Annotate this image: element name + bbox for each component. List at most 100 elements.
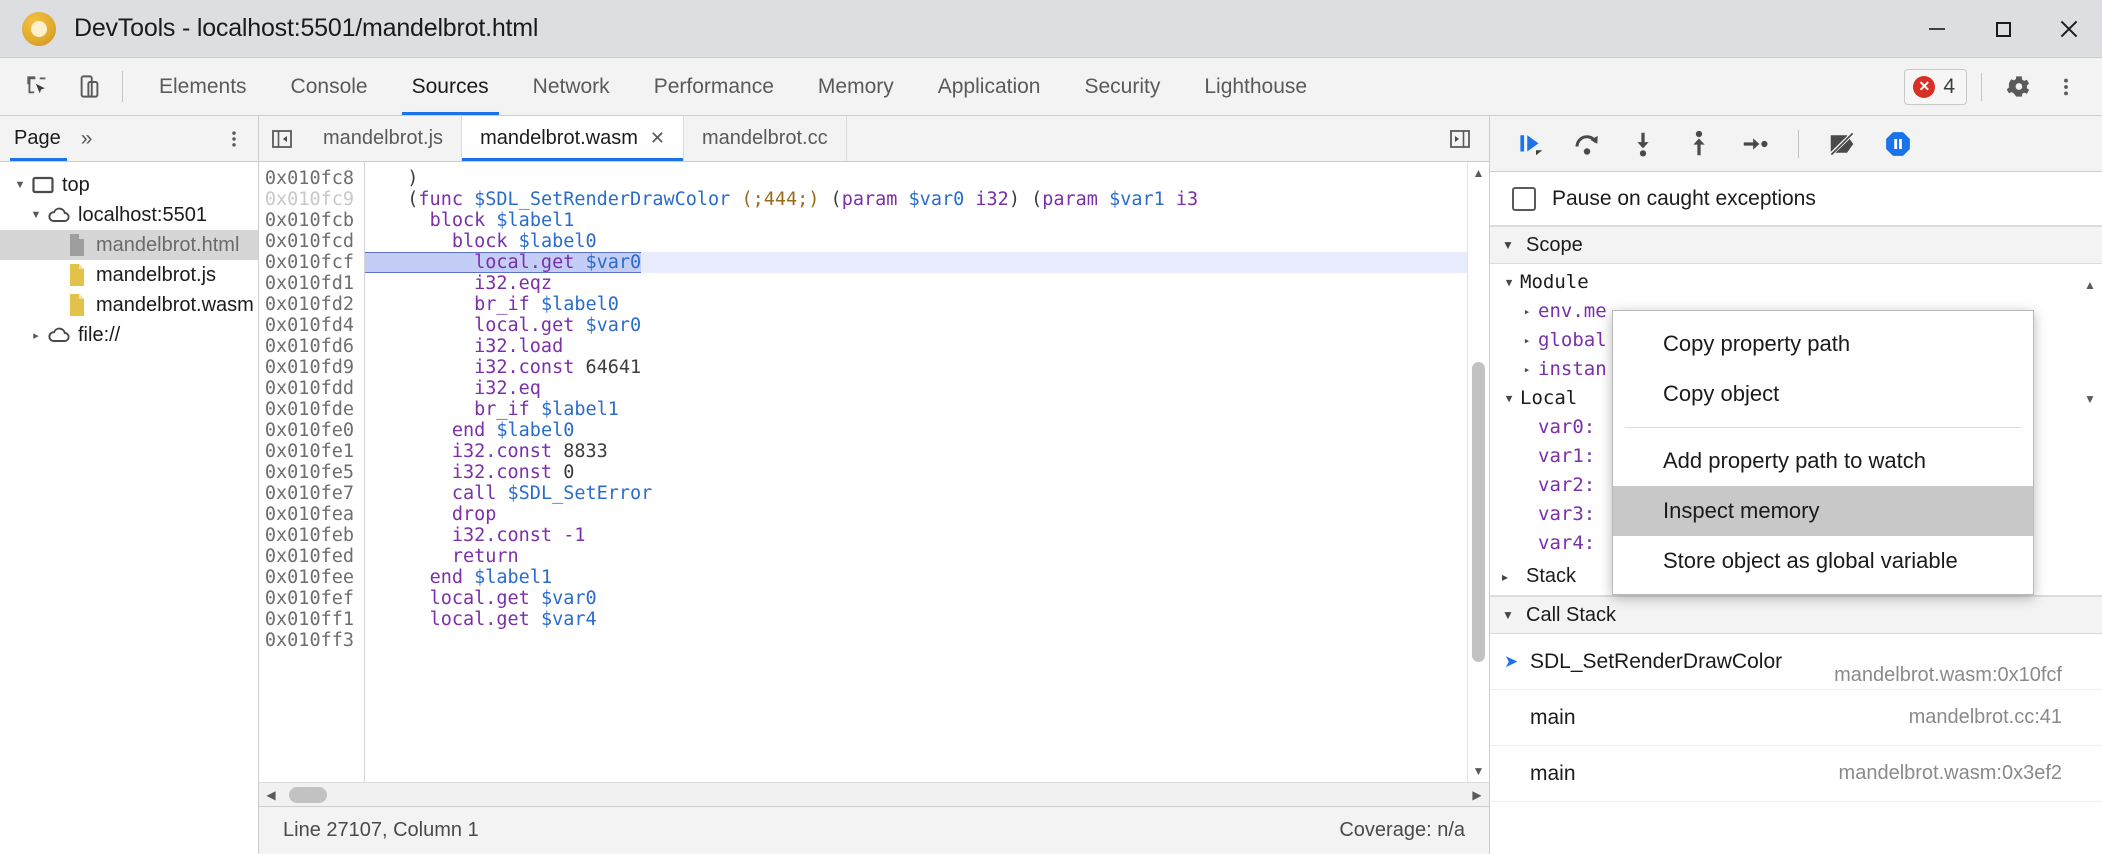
collapse-arrow-icon[interactable]: ▸ (26, 329, 46, 342)
gutter-address[interactable]: 0x010fd9 (259, 357, 364, 378)
tree-item-localhost[interactable]: ▼ localhost:5501 (0, 200, 258, 230)
code-line[interactable]: end $label1 (365, 567, 1489, 588)
scrollbar-thumb[interactable] (1472, 362, 1485, 662)
tab-elements[interactable]: Elements (137, 58, 269, 115)
scrollbar-thumb[interactable] (289, 787, 327, 803)
tab-sources[interactable]: Sources (390, 58, 511, 115)
code-line[interactable]: i32.load (365, 336, 1489, 357)
editor-tab-mandelbrot-js[interactable]: mandelbrot.js (305, 116, 462, 161)
expand-arrow-icon[interactable]: ▼ (1498, 384, 1520, 413)
resume-icon[interactable] (1508, 121, 1554, 167)
code-line[interactable]: block $label1 (365, 210, 1489, 231)
tab-lighthouse[interactable]: Lighthouse (1182, 58, 1329, 115)
gutter-address[interactable]: 0x010fde (259, 399, 364, 420)
code-line[interactable]: local.get $var0 (365, 588, 1489, 609)
code-line[interactable]: i32.const 0 (365, 462, 1489, 483)
editor-vertical-scrollbar[interactable]: ▲ ▼ (1467, 162, 1489, 782)
step-icon[interactable] (1732, 121, 1778, 167)
editor-tab-mandelbrot-wasm[interactable]: mandelbrot.wasm ✕ (462, 116, 684, 161)
inspect-element-icon[interactable] (16, 66, 58, 108)
gutter-address[interactable]: 0x010fe0 (259, 420, 364, 441)
close-button[interactable] (2036, 0, 2102, 58)
cursor-position[interactable]: Line 27107, Column 1 (283, 819, 479, 842)
tree-item-mandelbrot-wasm[interactable]: ▸ mandelbrot.wasm (0, 290, 258, 320)
tab-page[interactable]: Page (0, 116, 73, 161)
code-line[interactable]: local.get $var0 (365, 315, 1489, 336)
gutter-address[interactable]: 0x010fcf (259, 252, 364, 273)
code-line[interactable]: i32.const -1 (365, 525, 1489, 546)
gutter-address[interactable]: 0x010fee (259, 567, 364, 588)
expand-arrow-icon[interactable]: ▸ (1516, 297, 1538, 326)
code-line[interactable]: i32.const 64641 (365, 357, 1489, 378)
navigator-more-options-icon[interactable] (224, 127, 258, 151)
menu-item-add-property-path-to-watch[interactable]: Add property path to watch (1613, 436, 2033, 486)
gutter-address[interactable]: 0x010fd4 (259, 315, 364, 336)
expand-arrow-icon[interactable]: ▸ (1516, 326, 1538, 355)
minimize-button[interactable] (1904, 0, 1970, 58)
gutter-address[interactable]: 0x010fd6 (259, 336, 364, 357)
pause-on-caught-exceptions-checkbox[interactable] (1512, 187, 1536, 211)
kebab-menu-icon[interactable] (2044, 65, 2088, 109)
gutter-address[interactable]: 0x010fdd (259, 378, 364, 399)
tree-item-file-protocol[interactable]: ▸ file:// (0, 320, 258, 350)
more-tabs-icon[interactable]: » (73, 127, 101, 151)
editor-tab-mandelbrot-cc[interactable]: mandelbrot.cc (684, 116, 847, 161)
pause-on-exceptions-icon[interactable] (1875, 121, 1921, 167)
gutter-address[interactable]: 0x010fea (259, 504, 364, 525)
scope-group-module[interactable]: ▼ Module (1490, 268, 2102, 297)
menu-item-copy-property-path[interactable]: Copy property path (1613, 319, 2033, 369)
call-stack-frame-1[interactable]: main mandelbrot.cc:41 (1490, 690, 2102, 746)
expand-arrow-icon[interactable]: ▼ (10, 179, 30, 191)
maximize-button[interactable] (1970, 0, 2036, 58)
deactivate-breakpoints-icon[interactable] (1819, 121, 1865, 167)
call-stack-section-header[interactable]: ▼ Call Stack (1490, 596, 2102, 634)
close-tab-icon[interactable]: ✕ (650, 128, 665, 149)
gutter-address[interactable]: 0x010feb (259, 525, 364, 546)
gutter-address[interactable]: 0x010fc8 (259, 168, 364, 189)
gutter-address[interactable]: 0x010fcb (259, 210, 364, 231)
tab-security[interactable]: Security (1062, 58, 1182, 115)
expand-arrow-icon[interactable]: ▸ (1516, 355, 1538, 384)
code-line[interactable]: i32.const 8833 (365, 441, 1489, 462)
gutter-address[interactable]: 0x010ff3 (259, 630, 364, 651)
gutter-address[interactable]: 0x010fe7 (259, 483, 364, 504)
code-line[interactable]: return (365, 546, 1489, 567)
step-out-icon[interactable] (1676, 121, 1722, 167)
call-stack-frame-2[interactable]: main mandelbrot.wasm:0x3ef2 (1490, 746, 2102, 802)
gear-icon[interactable] (1996, 65, 2040, 109)
scope-section-header[interactable]: ▼ Scope (1490, 226, 2102, 264)
expand-arrow-icon[interactable]: ▼ (1498, 268, 1520, 297)
code-line[interactable]: (func $SDL_SetRenderDrawColor (;444;) (p… (365, 189, 1489, 210)
tab-memory[interactable]: Memory (796, 58, 916, 115)
pause-on-caught-exceptions-row[interactable]: Pause on caught exceptions (1490, 172, 2102, 226)
scroll-up-arrow-icon[interactable]: ▲ (2081, 276, 2099, 294)
tab-performance[interactable]: Performance (632, 58, 796, 115)
step-into-icon[interactable] (1620, 121, 1666, 167)
scroll-up-arrow-icon[interactable]: ▲ (1468, 162, 1490, 184)
coverage-status[interactable]: Coverage: n/a (1339, 819, 1465, 842)
code-content[interactable]: ) (func $SDL_SetRenderDrawColor (;444;) … (365, 162, 1489, 782)
gutter-address[interactable]: 0x010fcd (259, 231, 364, 252)
menu-item-store-object-as-global-variable[interactable]: Store object as global variable (1613, 536, 2033, 586)
code-line[interactable]: block $label0 (365, 231, 1489, 252)
code-line[interactable]: local.get $var4 (365, 609, 1489, 630)
debugger-scrollbar[interactable]: ▲ ▼ (2080, 226, 2102, 854)
code-line[interactable]: local.get $var0 (365, 252, 1489, 273)
scroll-down-arrow-icon[interactable]: ▼ (2081, 390, 2099, 408)
error-count-badge[interactable]: ✕ 4 (1904, 69, 1967, 105)
menu-item-inspect-memory[interactable]: Inspect memory (1613, 486, 2033, 536)
tree-item-top[interactable]: ▼ top (0, 170, 258, 200)
scroll-left-arrow-icon[interactable]: ◀ (259, 783, 283, 807)
show-more-tabs-icon[interactable] (1437, 127, 1483, 151)
scroll-right-arrow-icon[interactable]: ▶ (1465, 783, 1489, 807)
tree-item-mandelbrot-html[interactable]: ▸ mandelbrot.html (0, 230, 258, 260)
code-line[interactable]: ) (365, 168, 1489, 189)
code-line[interactable]: i32.eqz (365, 273, 1489, 294)
tab-application[interactable]: Application (916, 58, 1063, 115)
expand-arrow-icon[interactable]: ▼ (26, 209, 46, 221)
editor-horizontal-scrollbar[interactable]: ◀ ▶ (259, 782, 1489, 806)
gutter-address[interactable]: 0x010fe1 (259, 441, 364, 462)
tab-console[interactable]: Console (269, 58, 390, 115)
gutter-address[interactable]: 0x010fe5 (259, 462, 364, 483)
step-over-icon[interactable] (1564, 121, 1610, 167)
